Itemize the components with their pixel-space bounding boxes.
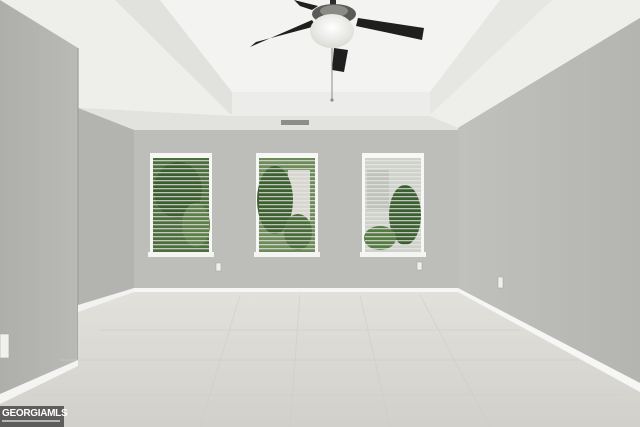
outlet-4 xyxy=(0,333,10,359)
watermark-logo: GEORGIAMLS xyxy=(0,406,68,427)
window-left xyxy=(148,153,214,257)
baseboard-back xyxy=(134,288,458,292)
outlet-3 xyxy=(497,276,504,289)
left-alcove-wall xyxy=(78,108,134,308)
watermark-text: GEORGIAMLS xyxy=(2,408,68,419)
outlet-2 xyxy=(416,261,423,271)
fan-light-globe xyxy=(310,14,354,48)
outlet-1 xyxy=(215,262,222,272)
window-right xyxy=(360,153,426,257)
window-center xyxy=(254,153,320,257)
tray-fascia xyxy=(232,92,430,116)
ceiling-vent xyxy=(281,120,309,125)
left-wall xyxy=(0,0,78,400)
watermark-underline xyxy=(2,420,60,422)
room-photo xyxy=(0,0,640,427)
